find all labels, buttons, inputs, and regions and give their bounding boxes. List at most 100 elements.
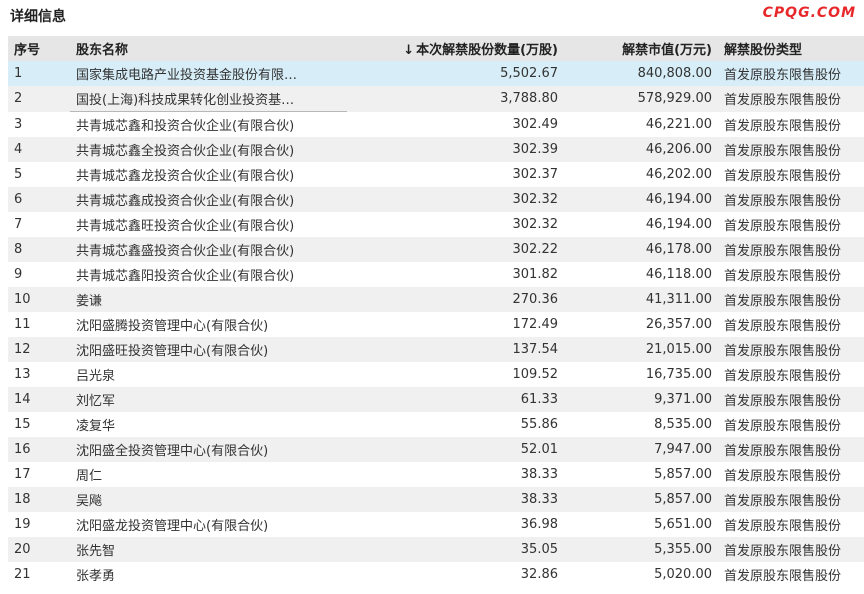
- row-index-cell: 10: [8, 287, 70, 312]
- row-index-cell: 17: [14, 467, 31, 482]
- table-row[interactable]: 4 共青城芯鑫全投资合伙企业(有限合伙) 302.39 46,206.00 首发原股东限…: [8, 137, 864, 162]
- unlock-quantity-cell: 302.39: [347, 137, 564, 162]
- shareholder-name-cell: 共青城芯鑫旺投资合伙企业(有限合伙): [76, 219, 295, 234]
- shareholder-name-cell: 共青城芯鑫全投资合伙企业(有限合伙): [70, 137, 347, 162]
- unlock-market-value-cell: 46,118.00: [645, 267, 712, 282]
- row-index-cell: 19: [14, 517, 31, 532]
- unlock-quantity-cell: 61.33: [347, 387, 564, 412]
- shareholder-name-cell: 周仁: [76, 469, 103, 484]
- unlock-share-type-cell: 首发原股东限售股份: [724, 169, 842, 184]
- shareholder-name-cell: 共青城芯鑫龙投资合伙企业(有限合伙): [76, 169, 295, 184]
- table-row[interactable]: 20 张先智 35.05 5,355.00 首发原股东限售股份: [8, 537, 864, 562]
- table-row[interactable]: 8 共青城芯鑫盛投资合伙企业(有限合伙) 302.22 46,178.00 首发原股东限…: [8, 237, 864, 262]
- table-row[interactable]: 11 沈阳盛腾投资管理中心(有限合伙) 172.49 26,357.00 首发原股东限售…: [8, 312, 864, 337]
- row-index-cell: 5: [14, 167, 23, 182]
- shareholder-name-cell: 沈阳盛旺投资管理中心(有限合伙): [70, 337, 347, 362]
- unlock-market-value-cell: 26,357.00: [645, 317, 712, 332]
- table-row[interactable]: 5 共青城芯鑫龙投资合伙企业(有限合伙) 302.37 46,202.00 首发原股东限…: [8, 162, 864, 187]
- unlock-market-value-cell: 5,020.00: [654, 567, 712, 582]
- table-row[interactable]: 16 沈阳盛全投资管理中心(有限合伙) 52.01 7,947.00 首发原股东限售股份: [8, 437, 864, 462]
- unlock-share-type-cell: 首发原股东限售股份: [724, 469, 842, 484]
- table-row[interactable]: 1 国家集成电路产业投资基金股份有限… 5,502.67 840,808.00 首发原股…: [8, 61, 864, 86]
- table-row[interactable]: 18 吴飚 38.33 5,857.00 首发原股东限售股份: [8, 487, 864, 512]
- column-header-index[interactable]: 序号: [8, 36, 70, 61]
- shareholder-name-cell: 共青城芯鑫盛投资合伙企业(有限合伙): [70, 237, 347, 262]
- unlock-share-type-cell: 首发原股东限售股份: [718, 137, 864, 162]
- unlock-share-type-cell: 首发原股东限售股份: [724, 118, 842, 134]
- unlock-share-type-cell: 首发原股东限售股份: [718, 487, 864, 512]
- table-row[interactable]: 10 姜谦 270.36 41,311.00 首发原股东限售股份: [8, 287, 864, 312]
- unlock-quantity-cell: 35.05: [347, 537, 564, 562]
- table-row[interactable]: 6 共青城芯鑫成投资合伙企业(有限合伙) 302.32 46,194.00 首发原股东限…: [8, 187, 864, 212]
- row-index-cell: 9: [14, 267, 23, 282]
- unlock-market-value-cell: 41,311.00: [564, 287, 718, 312]
- unlock-quantity-cell: 172.49: [512, 317, 559, 332]
- unlock-detail-table: 序号 股东名称 ↓ 本次解禁股份数量(万股) 解禁市值(万元) 解禁股份类型 1国…: [8, 36, 864, 587]
- unlock-market-value-cell: 840,808.00: [564, 61, 718, 86]
- row-index-cell: 2: [8, 86, 70, 112]
- unlock-share-type-cell: 首发原股东限售股份: [718, 237, 864, 262]
- site-logo: CPQG.COM: [762, 5, 856, 21]
- table-row[interactable]: 21 张孝勇 32.86 5,020.00 首发原股东限售股份: [8, 562, 864, 587]
- table-row[interactable]: 14 刘忆军 61.33 9,371.00 首发原股东限售股份: [8, 387, 864, 412]
- shareholder-name-cell: 国家集成电路产业投资基金股份有限…: [70, 61, 347, 86]
- unlock-market-value-cell: 5,857.00: [654, 467, 712, 482]
- table-row[interactable]: 19 沈阳盛龙投资管理中心(有限合伙) 36.98 5,651.00 首发原股东限售股份: [8, 512, 864, 537]
- sort-down-icon[interactable]: ↓: [403, 43, 414, 58]
- column-header-unlock-market-value[interactable]: 解禁市值(万元): [564, 36, 718, 61]
- row-index-cell: 12: [8, 337, 70, 362]
- unlock-quantity-cell: 55.86: [520, 417, 558, 432]
- unlock-quantity-cell: 137.54: [347, 337, 564, 362]
- row-index-cell: 6: [8, 187, 70, 212]
- unlock-market-value-cell: 46,194.00: [645, 217, 712, 232]
- row-index-cell: 14: [8, 387, 70, 412]
- shareholder-name-cell: 沈阳盛全投资管理中心(有限合伙): [70, 437, 347, 462]
- unlock-quantity-cell: 302.22: [347, 237, 564, 262]
- unlock-quantity-cell: 302.37: [512, 167, 559, 182]
- table-row[interactable]: 7 共青城芯鑫旺投资合伙企业(有限合伙) 302.32 46,194.00 首发原股东限…: [8, 212, 864, 237]
- table-row[interactable]: 12 沈阳盛旺投资管理中心(有限合伙) 137.54 21,015.00 首发原股东限售…: [8, 337, 864, 362]
- shareholder-name-cell: 吴飚: [70, 487, 347, 512]
- table-row[interactable]: 15 凌复华 55.86 8,535.00 首发原股东限售股份: [8, 412, 864, 437]
- row-index-cell: 15: [14, 417, 31, 432]
- table-row[interactable]: 3 共青城芯鑫和投资合伙企业(有限合伙) 302.49 46,221.00 首发原股东限…: [8, 112, 864, 138]
- unlock-share-type-cell: 首发原股东限售股份: [718, 287, 864, 312]
- unlock-quantity-cell: 36.98: [520, 517, 558, 532]
- page-title: 详细信息: [10, 9, 66, 25]
- unlock-share-type-cell: 首发原股东限售股份: [724, 219, 842, 234]
- unlock-share-type-cell: 首发原股东限售股份: [724, 569, 842, 584]
- row-index-cell: 1: [8, 61, 70, 86]
- shareholder-name-cell: 共青城芯鑫成投资合伙企业(有限合伙): [70, 187, 347, 212]
- row-index-cell: 20: [8, 537, 70, 562]
- unlock-share-type-cell: 首发原股东限售股份: [724, 269, 842, 284]
- unlock-market-value-cell: 578,929.00: [564, 86, 718, 112]
- unlock-quantity-cell: 109.52: [512, 367, 559, 382]
- row-index-cell: 13: [14, 367, 31, 382]
- unlock-share-type-cell: 首发原股东限售股份: [718, 537, 864, 562]
- unlock-market-value-cell: 7,947.00: [564, 437, 718, 462]
- unlock-quantity-cell: 38.33: [347, 487, 564, 512]
- table-row[interactable]: 9 共青城芯鑫阳投资合伙企业(有限合伙) 301.82 46,118.00 首发原股东限…: [8, 262, 864, 287]
- unlock-share-type-cell: 首发原股东限售股份: [718, 437, 864, 462]
- shareholder-name-cell: 张先智: [70, 537, 347, 562]
- table-row[interactable]: 13 吕光泉 109.52 16,735.00 首发原股东限售股份: [8, 362, 864, 387]
- row-index-cell: 16: [8, 437, 70, 462]
- row-index-cell: 7: [14, 217, 23, 232]
- unlock-market-value-cell: 21,015.00: [564, 337, 718, 362]
- column-header-shareholder-name[interactable]: 股东名称: [70, 36, 347, 61]
- unlock-quantity-cell: 302.32: [512, 217, 559, 232]
- unlock-share-type-cell: 首发原股东限售股份: [724, 519, 842, 534]
- table-row[interactable]: 2 国投(上海)科技成果转化创业投资基… 3,788.80 578,929.00 首发原…: [8, 86, 864, 112]
- table-row[interactable]: 17 周仁 38.33 5,857.00 首发原股东限售股份: [8, 462, 864, 487]
- unlock-share-type-cell: 首发原股东限售股份: [718, 387, 864, 412]
- column-header-unlock-quantity[interactable]: ↓ 本次解禁股份数量(万股): [347, 36, 564, 61]
- unlock-market-value-cell: 46,194.00: [564, 187, 718, 212]
- column-header-unlock-share-type[interactable]: 解禁股份类型: [718, 36, 864, 61]
- unlock-quantity-cell: 5,502.67: [347, 61, 564, 86]
- row-index-cell: 21: [14, 567, 31, 582]
- column-header-unlock-quantity-label: 本次解禁股份数量(万股): [416, 43, 558, 58]
- unlock-market-value-cell: 16,735.00: [645, 367, 712, 382]
- unlock-share-type-cell: 首发原股东限售股份: [718, 337, 864, 362]
- unlock-market-value-cell: 5,355.00: [564, 537, 718, 562]
- unlock-quantity-cell: 270.36: [347, 287, 564, 312]
